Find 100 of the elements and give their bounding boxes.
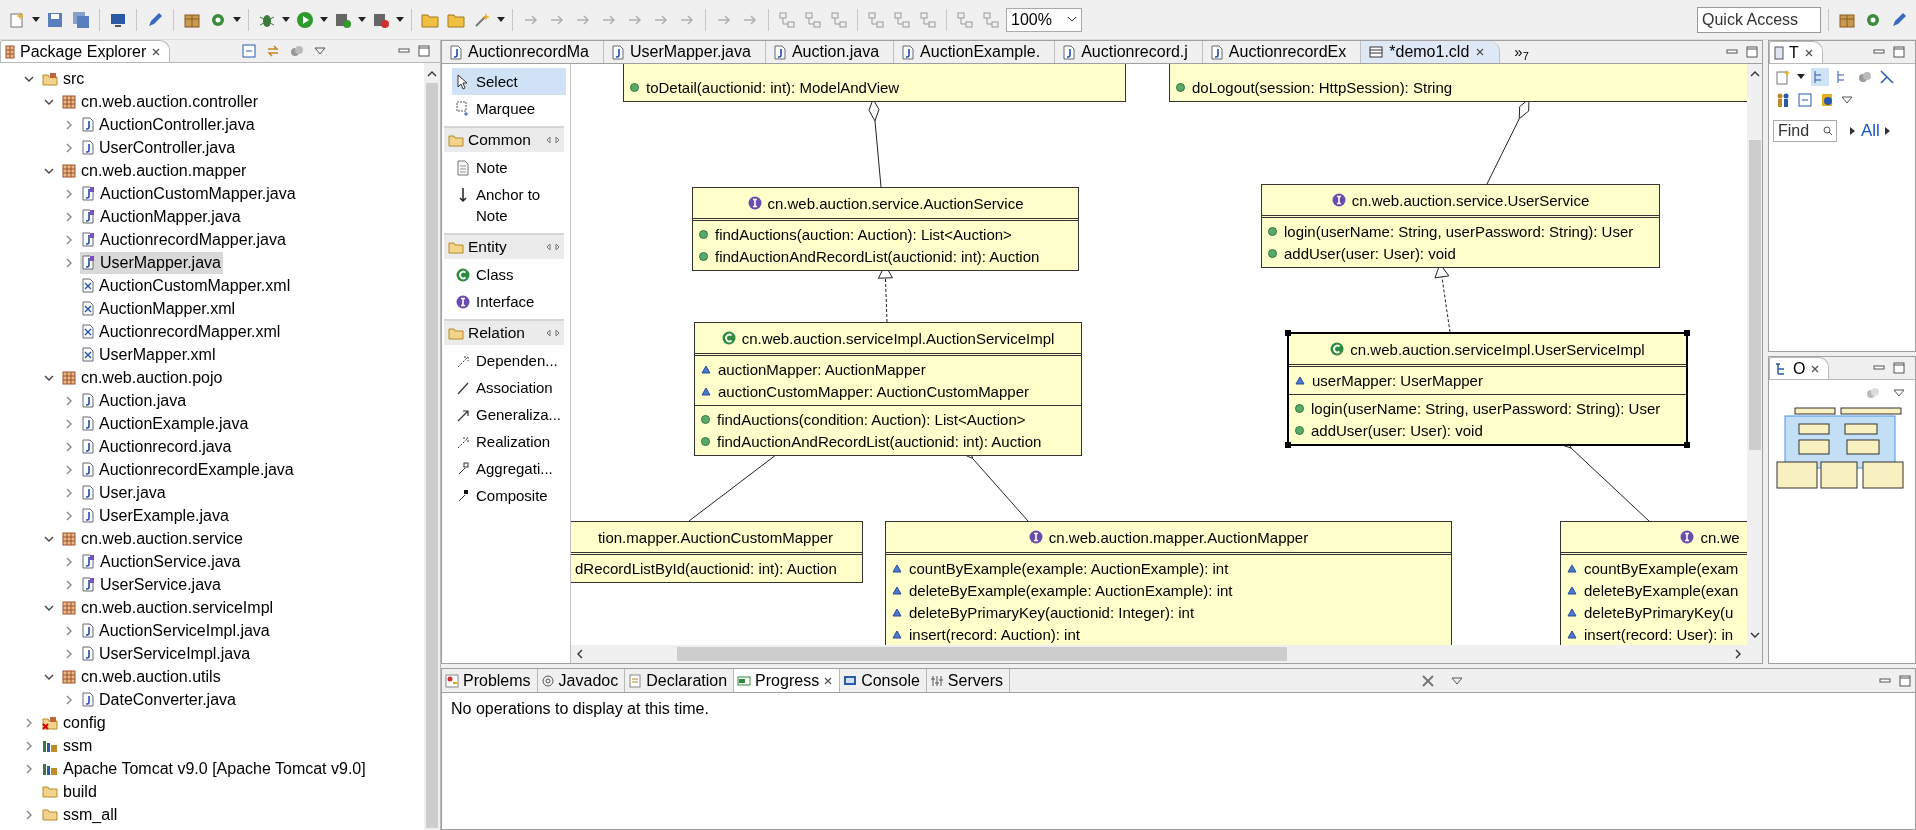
tree-item[interactable]: cn.web.auction.utils bbox=[60, 665, 223, 688]
tree-item[interactable]: UserService.java bbox=[80, 573, 223, 596]
tree-item[interactable]: AuctionrecordMapper.xml bbox=[80, 320, 283, 343]
tree-item[interactable]: AuctionCustomMapper.xml bbox=[80, 274, 293, 297]
tree-item[interactable]: AuctionService.java bbox=[80, 550, 243, 573]
tree-item[interactable]: config bbox=[40, 711, 108, 734]
palette-tool[interactable]: Dependen... bbox=[452, 347, 566, 374]
view-tab[interactable]: Problems bbox=[442, 669, 538, 692]
tree-item[interactable]: UserController.java bbox=[80, 136, 238, 159]
hierarchy-icon[interactable] bbox=[1811, 68, 1829, 86]
view-tab[interactable]: Package Explorer bbox=[0, 40, 171, 62]
find-field[interactable]: Find bbox=[1773, 120, 1837, 142]
dropdown-caret-icon[interactable] bbox=[358, 16, 366, 23]
tree-item[interactable]: AuctionrecordMapper.java bbox=[80, 228, 288, 251]
palette-tool[interactable]: Class bbox=[452, 261, 566, 288]
palette-tool[interactable]: Association bbox=[452, 374, 566, 401]
scrollbar-thumb[interactable] bbox=[426, 83, 438, 828]
new-icon[interactable] bbox=[1775, 69, 1791, 85]
dropdown-caret-icon[interactable] bbox=[497, 16, 505, 23]
tree-item[interactable]: AuctionCustomMapper.java bbox=[80, 182, 298, 205]
view-tab[interactable]: Progress bbox=[734, 669, 841, 692]
tree-item[interactable]: AuctionMapper.java bbox=[80, 205, 243, 228]
dropdown-caret-icon[interactable] bbox=[282, 16, 290, 23]
close-icon[interactable] bbox=[1475, 47, 1486, 57]
palette-tool[interactable]: Marquee bbox=[452, 95, 566, 122]
maximize-icon[interactable] bbox=[1746, 46, 1758, 58]
minimize-icon[interactable] bbox=[1726, 47, 1738, 57]
tree-item[interactable]: AuctionController.java bbox=[80, 113, 257, 136]
maximize-icon[interactable] bbox=[1893, 46, 1905, 58]
package-folder-icon bbox=[42, 71, 58, 86]
link-icon[interactable] bbox=[266, 44, 281, 58]
tree-item[interactable]: User.java bbox=[80, 481, 168, 504]
editor-tab[interactable]: *demo1.cld bbox=[1361, 41, 1501, 63]
scrollbar-thumb[interactable] bbox=[677, 647, 1287, 661]
dropdown-caret-icon[interactable] bbox=[233, 16, 241, 23]
dropdown-caret-icon[interactable] bbox=[32, 16, 40, 23]
view-tab[interactable]: T bbox=[1769, 41, 1823, 63]
tree-item[interactable]: cn.web.auction.service bbox=[60, 527, 245, 550]
pin-icon[interactable] bbox=[546, 136, 560, 144]
tree-item[interactable]: Auctionrecord.java bbox=[80, 435, 234, 458]
close-icon[interactable] bbox=[151, 46, 162, 57]
triangle-right-icon[interactable] bbox=[1883, 126, 1892, 136]
palette-tool[interactable]: Note bbox=[452, 154, 566, 181]
view-menu-icon[interactable] bbox=[1451, 676, 1464, 685]
tree-item[interactable]: DateConverter.java bbox=[80, 688, 238, 711]
palette-tool[interactable]: Select bbox=[452, 68, 566, 95]
maximize-icon[interactable] bbox=[1899, 674, 1911, 687]
tree-item[interactable]: UserExample.java bbox=[80, 504, 231, 527]
palette-tool[interactable]: Composite bbox=[452, 482, 566, 509]
pin-icon[interactable] bbox=[546, 329, 560, 337]
maximize-icon[interactable] bbox=[418, 45, 430, 57]
tree-item[interactable]: ssm_all bbox=[40, 803, 120, 826]
palette-tool[interactable]: Generaliza... bbox=[452, 401, 566, 428]
filter-icon[interactable] bbox=[1857, 69, 1873, 85]
palette-tool[interactable]: Realization bbox=[452, 428, 566, 455]
tree-item[interactable]: Apache Tomcat v9.0 [Apache Tomcat v9.0] bbox=[40, 757, 368, 780]
tree-item[interactable]: src bbox=[40, 67, 87, 90]
scrollbar-thumb[interactable] bbox=[1748, 140, 1761, 450]
close-icon[interactable] bbox=[1810, 363, 1821, 374]
dropdown-caret-icon[interactable] bbox=[1797, 74, 1805, 80]
tree-item[interactable]: cn.web.auction.pojo bbox=[60, 366, 225, 389]
triangle-right-icon[interactable] bbox=[1849, 126, 1857, 136]
tree-item[interactable]: cn.web.auction.serviceImpl bbox=[60, 596, 276, 619]
tree-item[interactable]: AuctionServiceImpl.java bbox=[80, 619, 272, 642]
minimize-icon[interactable] bbox=[398, 46, 410, 56]
close-icon[interactable] bbox=[1803, 47, 1814, 58]
tree-item[interactable]: AuctionExample.java bbox=[80, 412, 251, 435]
minimize-icon[interactable] bbox=[1879, 675, 1891, 686]
filter-icon[interactable] bbox=[1865, 386, 1881, 400]
collapse-all-icon[interactable] bbox=[1797, 92, 1813, 108]
tree-item[interactable]: UserMapper.xml bbox=[80, 343, 218, 366]
tree-item[interactable]: UserServiceImpl.java bbox=[80, 642, 253, 665]
palette-tool[interactable]: Anchor to Note bbox=[452, 181, 566, 229]
view-tab[interactable]: O bbox=[1769, 357, 1830, 379]
quick-access-field[interactable]: Quick Access bbox=[1697, 6, 1821, 33]
dropdown-caret-icon[interactable] bbox=[320, 16, 328, 23]
view-menu-icon[interactable] bbox=[1893, 389, 1905, 397]
filter-icon[interactable] bbox=[290, 44, 305, 58]
all-link[interactable]: All bbox=[1861, 121, 1880, 141]
tree-item[interactable]: AuctionMapper.xml bbox=[80, 297, 238, 320]
tree-item[interactable]: cn.web.auction.controller bbox=[60, 90, 260, 113]
close-icon[interactable] bbox=[823, 675, 834, 686]
minimize-icon[interactable] bbox=[1873, 363, 1885, 373]
palette-tool[interactable]: Interface bbox=[452, 288, 566, 315]
tree-item[interactable]: ssm bbox=[40, 734, 95, 757]
palette-tool[interactable]: Aggregati... bbox=[452, 455, 566, 482]
minimize-icon[interactable] bbox=[1873, 47, 1885, 57]
pin-icon[interactable] bbox=[546, 243, 560, 251]
tree-item[interactable]: UserMapper.java bbox=[80, 251, 223, 274]
dropdown-caret-icon[interactable] bbox=[396, 16, 404, 23]
people-icon[interactable] bbox=[1775, 92, 1791, 108]
view-menu-icon[interactable] bbox=[314, 47, 327, 55]
tree-item[interactable]: build bbox=[40, 780, 99, 803]
view-menu-icon[interactable] bbox=[1841, 96, 1853, 104]
collapse-all-icon[interactable] bbox=[242, 44, 257, 58]
tree-item[interactable]: AuctionrecordExample.java bbox=[80, 458, 296, 481]
zoom-dropdown[interactable]: 100% bbox=[1006, 7, 1082, 32]
tree-item[interactable]: Auction.java bbox=[80, 389, 189, 412]
maximize-icon[interactable] bbox=[1893, 362, 1905, 374]
tree-item[interactable]: cn.web.auction.mapper bbox=[60, 159, 249, 182]
